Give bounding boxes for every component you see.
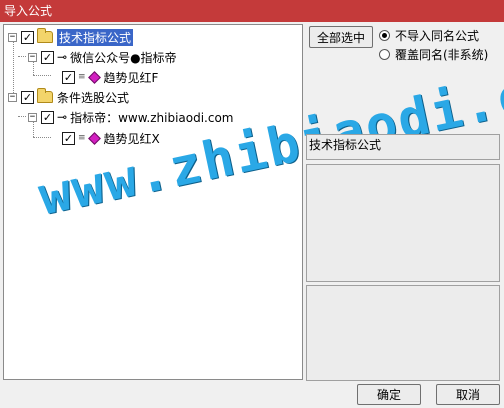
collapse-icon[interactable]: − [8,92,17,102]
folder-icon [37,88,53,103]
radio-unselected-icon[interactable] [379,49,390,60]
tree-node-site[interactable]: − ✓ ⊸ 指标帝：www.zhibiaodi.com [24,108,234,126]
tree-node-label: 微信公众号●指标帝 [70,50,177,65]
cancel-button[interactable]: 取消 [436,384,500,405]
radio-label: 不导入同名公式 [395,29,480,43]
tree-node-label: 技术指标公式 [57,28,134,46]
collapse-icon[interactable]: − [28,112,37,122]
formula-icon: ≡ [78,72,86,82]
tree-node-trend-f[interactable]: ✓ ≡ 趋势见红F [62,68,158,86]
description-panel [306,164,500,282]
radio-overwrite-duplicates[interactable]: 覆盖同名(非系统) [379,46,488,63]
checkbox[interactable]: ✓ [62,70,75,84]
folder-icon [37,28,53,43]
tree-node-indicator-formulas[interactable]: − ✓ 技术指标公式 [4,28,134,46]
diamond-icon [87,131,101,145]
tree-node-label: 指标帝：www.zhibiaodi.com [70,110,234,125]
checkbox[interactable]: ✓ [62,131,75,145]
tree-node-label: 趋势见红F [103,70,159,85]
key-icon: ⊸ [57,110,68,124]
tree-node-screener-formulas[interactable]: − ✓ 条件选股公式 [4,88,129,106]
tree-line [33,75,51,76]
detail-panel [306,285,500,381]
ok-button[interactable]: 确定 [357,384,421,405]
radio-skip-duplicates[interactable]: 不导入同名公式 [379,27,479,44]
radio-label: 覆盖同名(非系统) [395,48,489,62]
diamond-icon [87,70,101,84]
radio-selected-icon[interactable] [379,30,390,41]
tree-line [33,137,51,138]
checkbox[interactable]: ✓ [41,110,54,124]
collapse-icon[interactable]: − [8,32,17,42]
tree-node-label: 条件选股公式 [57,90,130,105]
window-title: 导入公式 [0,0,504,22]
info-title: 技术指标公式 [306,134,500,160]
collapse-icon[interactable]: − [28,52,37,62]
select-all-button[interactable]: 全部选中 [309,26,373,48]
checkbox[interactable]: ✓ [41,50,54,64]
checkbox[interactable]: ✓ [21,30,34,44]
checkbox[interactable]: ✓ [21,90,34,104]
key-icon: ⊸ [57,50,68,64]
tree-node-wechat[interactable]: − ✓ ⊸ 微信公众号●指标帝 [24,48,177,66]
formula-icon: ≡ [78,133,86,143]
